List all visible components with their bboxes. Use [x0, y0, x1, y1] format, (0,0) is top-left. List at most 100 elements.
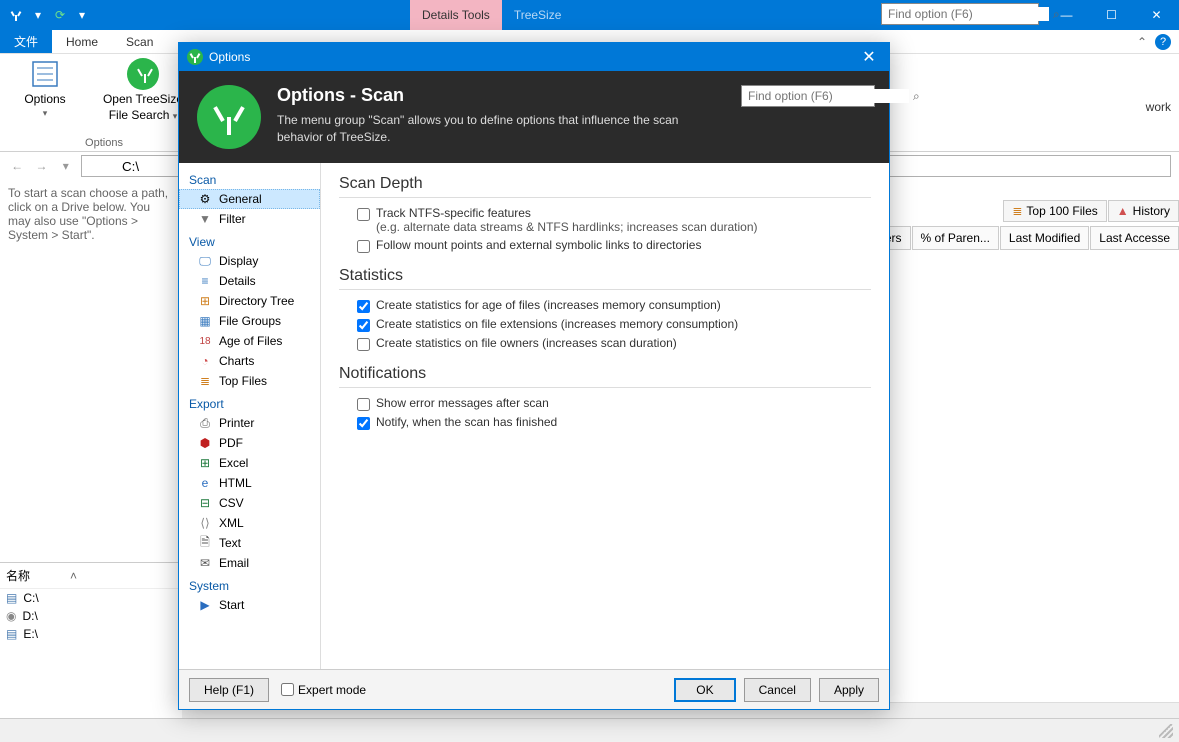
tab-history[interactable]: ▲History [1108, 200, 1179, 222]
nav-item-email[interactable]: ✉Email [179, 553, 320, 573]
drive-item-c[interactable]: ▤C:\ [0, 589, 180, 607]
printer-icon: ⎙ [197, 416, 213, 430]
nav-item-file-groups[interactable]: ▦File Groups [179, 311, 320, 331]
help-icon[interactable]: ? [1155, 34, 1171, 50]
drive-item-e[interactable]: ▤E:\ [0, 625, 180, 643]
option-label: Create statistics on file extensions (in… [376, 317, 738, 331]
apply-button[interactable]: Apply [819, 678, 879, 702]
qat-dropdown-icon[interactable]: ▾ [30, 7, 46, 23]
nav-item-filter[interactable]: ▼Filter [179, 209, 320, 229]
checkbox-stats-ext[interactable] [357, 319, 370, 332]
main-find-option-search[interactable]: ⌕ [881, 3, 1039, 25]
option-track-ntfs[interactable]: Track NTFS-specific features (e.g. alter… [357, 206, 871, 234]
resize-grip[interactable] [1159, 724, 1173, 738]
qat-more-icon[interactable]: ▾ [74, 7, 90, 23]
contextual-tab-details-tools[interactable]: Details Tools [410, 0, 502, 30]
option-label: Show error messages after scan [376, 396, 549, 410]
nav-item-printer[interactable]: ⎙Printer [179, 413, 320, 433]
dialog-close-button[interactable]: ✕ [849, 43, 889, 71]
nav-item-directory-tree[interactable]: ⊞Directory Tree [179, 291, 320, 311]
nav-item-csv[interactable]: ⊟CSV [179, 493, 320, 513]
checkbox-expert-mode[interactable] [281, 683, 294, 696]
checkbox-follow-mount[interactable] [357, 240, 370, 253]
expert-mode-toggle[interactable]: Expert mode [281, 683, 366, 697]
nav-back-icon[interactable]: ← [8, 159, 26, 173]
cancel-button[interactable]: Cancel [744, 678, 811, 702]
checkbox-track-ntfs[interactable] [357, 208, 370, 221]
section-scan-depth: Scan Depth [339, 175, 871, 198]
dialog-titlebar: Options ✕ [179, 43, 889, 71]
nav-section-system[interactable]: System [179, 573, 320, 595]
top-files-icon: ≣ [197, 374, 213, 388]
column-header[interactable]: Last Accesse [1090, 226, 1179, 250]
option-stats-ext[interactable]: Create statistics on file extensions (in… [357, 317, 871, 332]
minimize-button[interactable]: — [1044, 0, 1089, 30]
main-titlebar: ▾ ⟳ ▾ Details Tools TreeSize ⌕ — ☐ ✕ [0, 0, 1179, 30]
option-label: Create statistics for age of files (incr… [376, 298, 721, 312]
nav-section-export[interactable]: Export [179, 391, 320, 413]
history-icon: ▲ [1117, 204, 1129, 218]
nav-item-xml[interactable]: ⟨⟩XML [179, 513, 320, 533]
help-button[interactable]: Help (F1) [189, 678, 269, 702]
ok-button[interactable]: OK [674, 678, 735, 702]
close-button[interactable]: ✕ [1134, 0, 1179, 30]
dialog-footer: Help (F1) Expert mode OK Cancel Apply [179, 669, 889, 709]
checkbox-stats-owners[interactable] [357, 338, 370, 351]
nav-dropdown-icon[interactable]: ▾ [57, 159, 75, 173]
ribbon-tab-home[interactable]: Home [52, 30, 112, 53]
window-controls: — ☐ ✕ [1044, 0, 1179, 30]
checkbox-show-errors[interactable] [357, 398, 370, 411]
list-icon: ≡ [197, 274, 213, 288]
dialog-find-option-search[interactable]: ⌕ [741, 85, 875, 107]
main-find-option-input[interactable] [882, 7, 1049, 21]
tab-top-100-files[interactable]: ≣Top 100 Files [1003, 200, 1106, 222]
drives-panel: 名称 ˄ ▤C:\ ◉D:\ ▤E:\ [0, 562, 180, 712]
nav-section-scan[interactable]: Scan [179, 167, 320, 189]
pdf-icon: ⬢ [197, 436, 213, 450]
option-stats-owners[interactable]: Create statistics on file owners (increa… [357, 336, 871, 351]
nav-item-excel[interactable]: ⊞Excel [179, 453, 320, 473]
collapse-ribbon-icon[interactable]: ⌃ [1137, 35, 1147, 49]
treesize-logo-icon [127, 58, 159, 90]
ribbon-tab-scan[interactable]: Scan [112, 30, 167, 53]
refresh-icon[interactable]: ⟳ [52, 7, 68, 23]
section-statistics: Statistics [339, 267, 871, 290]
ribbon-group-label: Options [85, 137, 123, 149]
chevron-down-icon: ▾ [43, 108, 48, 119]
quick-access-toolbar: ▾ ⟳ ▾ [0, 7, 90, 23]
nav-item-pdf[interactable]: ⬢PDF [179, 433, 320, 453]
tree-icon: ⊞ [197, 294, 213, 308]
option-follow-mount-points[interactable]: Follow mount points and external symboli… [357, 238, 871, 253]
nav-item-start[interactable]: ▶Start [179, 595, 320, 615]
nav-item-display[interactable]: 🖵Display [179, 251, 320, 271]
calendar-icon: 18 [197, 334, 213, 348]
dialog-header-icon [197, 85, 261, 149]
nav-forward-icon[interactable]: → [32, 159, 50, 173]
nav-item-age-of-files[interactable]: 18Age of Files [179, 331, 320, 351]
drive-item-d[interactable]: ◉D:\ [0, 607, 180, 625]
option-show-errors[interactable]: Show error messages after scan [357, 396, 871, 411]
checkbox-notify-finished[interactable] [357, 417, 370, 430]
maximize-button[interactable]: ☐ [1089, 0, 1134, 30]
dialog-nav[interactable]: Scan ⚙General ▼Filter View 🖵Display ≡Det… [179, 163, 321, 669]
ribbon-tab-file[interactable]: 文件 [0, 30, 52, 53]
nav-item-general[interactable]: ⚙General [179, 189, 320, 209]
nav-item-top-files[interactable]: ≣Top Files [179, 371, 320, 391]
search-icon[interactable]: ⌕ [909, 89, 924, 104]
nav-item-html[interactable]: eHTML [179, 473, 320, 493]
option-stats-age[interactable]: Create statistics for age of files (incr… [357, 298, 871, 313]
nav-item-details[interactable]: ≡Details [179, 271, 320, 291]
section-notifications: Notifications [339, 365, 871, 388]
drives-header[interactable]: 名称 ˄ [0, 563, 180, 589]
option-sublabel: (e.g. alternate data streams & NTFS hard… [376, 220, 758, 234]
nav-section-view[interactable]: View [179, 229, 320, 251]
nav-item-text[interactable]: 🗎Text [179, 533, 320, 553]
options-button[interactable]: Options ▾ [10, 58, 80, 123]
column-header[interactable]: Last Modified [1000, 226, 1089, 250]
option-label: Notify, when the scan has finished [376, 415, 557, 429]
dialog-find-option-input[interactable] [742, 89, 909, 103]
nav-item-charts[interactable]: ◔Charts [179, 351, 320, 371]
checkbox-stats-age[interactable] [357, 300, 370, 313]
column-header[interactable]: % of Paren... [912, 226, 999, 250]
option-notify-finished[interactable]: Notify, when the scan has finished [357, 415, 871, 430]
